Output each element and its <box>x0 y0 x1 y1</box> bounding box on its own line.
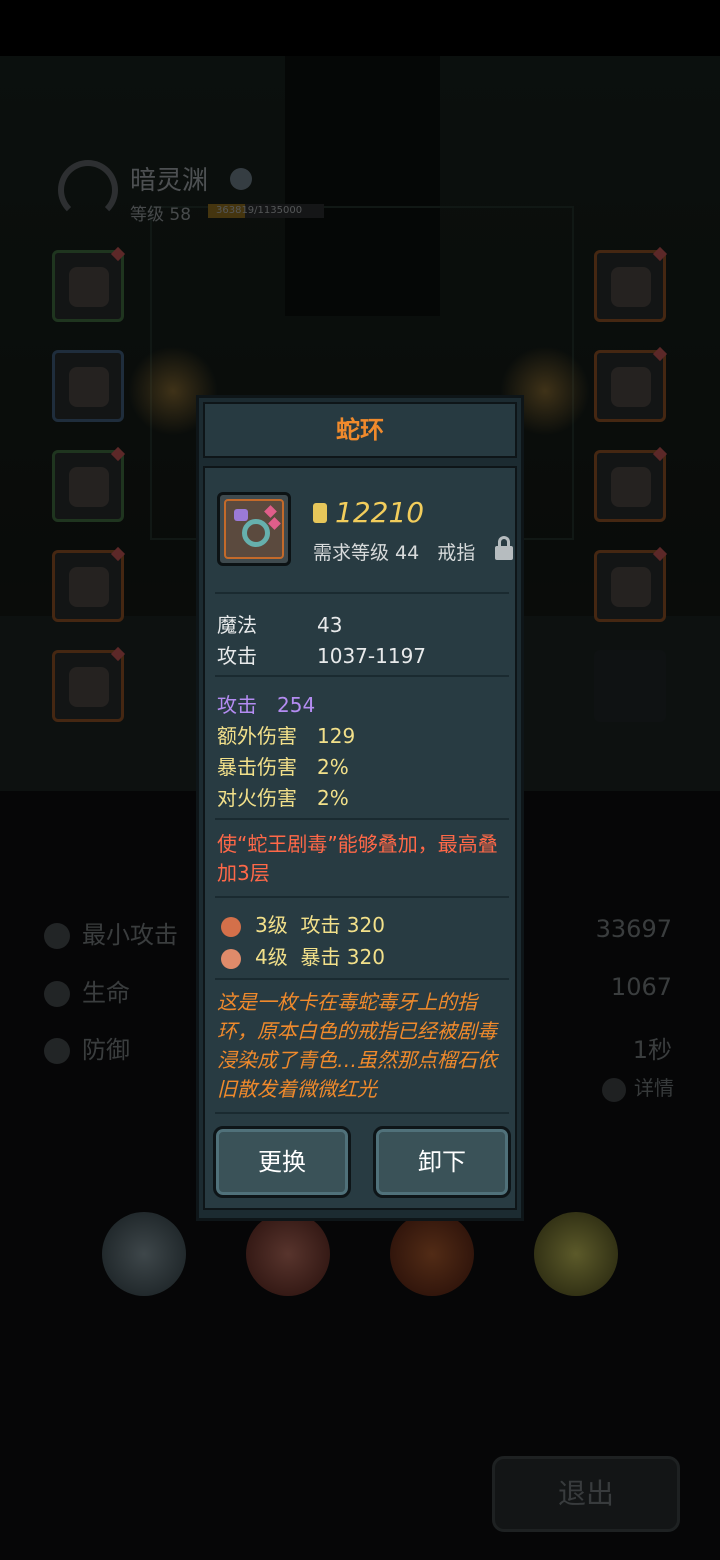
divider <box>215 592 509 594</box>
lock-icon[interactable] <box>495 536 513 560</box>
set-level: 4级 <box>255 945 288 969</box>
set-bonus: 暴击 320 <box>300 945 385 969</box>
unequip-button[interactable]: 卸下 <box>373 1126 511 1198</box>
divider <box>215 675 509 677</box>
item-power: 12210 <box>313 496 424 529</box>
set-bonus: 攻击 320 <box>300 913 385 937</box>
extra-stat-row: 攻击 254 <box>217 689 315 718</box>
item-name: 蛇环 <box>336 416 384 444</box>
gem-icon <box>234 509 248 521</box>
divider <box>215 978 509 980</box>
set-level: 3级 <box>255 913 288 937</box>
gem-icon <box>221 916 241 937</box>
game-scene: 暗灵渊 等级 58 363819/1135000 最小攻击 33697 生命 1… <box>0 0 720 1560</box>
required-level: 需求等级 44 <box>313 542 420 564</box>
extra-stat-row: 对火伤害 2% <box>217 782 349 811</box>
item-detail-popup: 蛇环 12210 需求等级 44 戒指 魔法 43 攻击 1037-1197 攻击 25… <box>196 395 524 1221</box>
divider <box>215 1112 509 1114</box>
gem-icon <box>268 517 281 530</box>
stat-value: 43 <box>317 613 343 637</box>
special-effect: 使“蛇王剧毒”能够叠加，最高叠加3层 <box>217 832 498 885</box>
stat-label: 魔法 <box>217 613 257 637</box>
gem-icon <box>221 948 241 969</box>
replace-button[interactable]: 更换 <box>213 1126 351 1198</box>
item-lore: 这是一枚卡在毒蛇毒牙上的指环，原本白色的戒指已经被剧毒浸染成了青色…虽然那点榴石… <box>217 990 497 1101</box>
item-requirement: 需求等级 44 戒指 <box>313 538 475 565</box>
divider <box>215 896 509 898</box>
stat-label: 暴击伤害 <box>217 755 297 779</box>
stat-value: 2% <box>317 755 349 779</box>
popup-header: 蛇环 <box>203 402 517 458</box>
stat-value: 129 <box>317 724 356 748</box>
ring-item-icon <box>224 499 284 559</box>
base-stat-row: 魔法 43 <box>217 609 342 638</box>
base-stat-row: 攻击 1037-1197 <box>217 640 426 669</box>
power-value: 12210 <box>335 496 425 529</box>
stat-label: 额外伤害 <box>217 724 297 748</box>
stat-value: 2% <box>317 786 349 810</box>
stat-label: 对火伤害 <box>217 786 297 810</box>
item-type: 戒指 <box>437 542 476 564</box>
item-icon-frame <box>217 492 291 566</box>
divider <box>215 818 509 820</box>
stat-value: 254 <box>277 693 316 717</box>
set-bonus-row: 4级 暴击 320 <box>221 941 385 970</box>
set-bonus-row: 3级 攻击 320 <box>221 909 385 938</box>
power-icon <box>313 502 327 523</box>
stat-label: 攻击 <box>217 644 257 668</box>
stat-value: 1037-1197 <box>317 644 427 668</box>
ring-band <box>242 519 270 547</box>
gem-icon <box>264 505 277 518</box>
extra-stat-row: 暴击伤害 2% <box>217 751 349 780</box>
popup-body: 12210 需求等级 44 戒指 魔法 43 攻击 1037-1197 攻击 254 额… <box>203 466 517 1210</box>
stat-label: 攻击 <box>217 693 257 717</box>
extra-stat-row: 额外伤害 129 <box>217 720 355 749</box>
